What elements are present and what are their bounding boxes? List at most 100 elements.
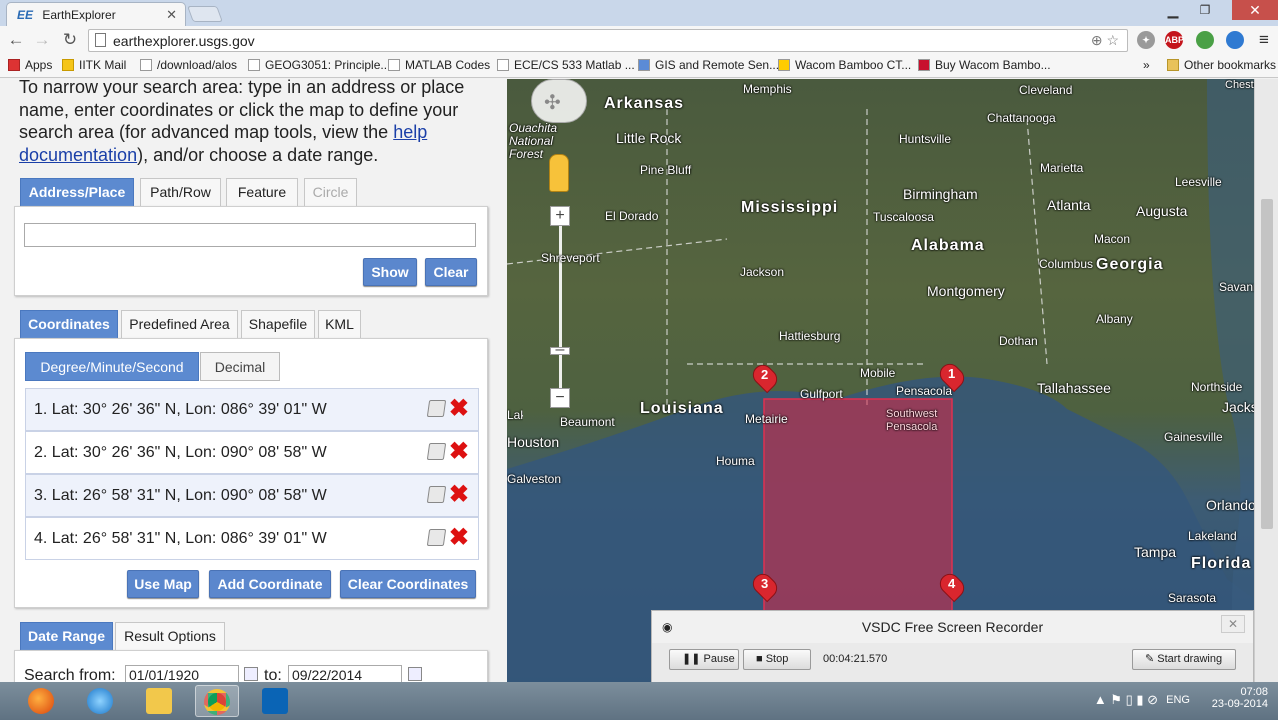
pause-button[interactable]: ❚❚ Pause bbox=[669, 649, 739, 670]
map-view[interactable]: ✣ + – − Arkansas Mississippi Alabama Geo… bbox=[507, 79, 1254, 682]
page-icon bbox=[248, 59, 260, 71]
clock-time[interactable]: 07:08 bbox=[1212, 686, 1268, 698]
tab-predefined-area[interactable]: Predefined Area bbox=[121, 310, 238, 338]
zoom-slider-handle[interactable]: – bbox=[550, 342, 570, 358]
tab-kml[interactable]: KML bbox=[318, 310, 361, 338]
bookmarks-overflow[interactable]: » bbox=[1143, 58, 1150, 72]
delete-x-icon[interactable]: ✖ bbox=[449, 480, 469, 510]
show-button[interactable]: Show bbox=[363, 258, 417, 286]
forward-arrow-icon[interactable]: → bbox=[31, 30, 53, 50]
page-icon bbox=[388, 59, 400, 71]
tab-coordinates[interactable]: Coordinates bbox=[20, 310, 118, 338]
bookmark-star-icon[interactable]: ☆ bbox=[1106, 32, 1119, 48]
taskbar-firefox[interactable] bbox=[20, 685, 64, 717]
city-label: Shreveport bbox=[541, 251, 600, 265]
extension-green-icon[interactable] bbox=[1196, 31, 1214, 49]
tab-date-range[interactable]: Date Range bbox=[20, 622, 113, 650]
back-arrow-icon[interactable]: ← bbox=[5, 30, 27, 50]
city-label: Little Rock bbox=[616, 130, 682, 146]
taskbar-outlook[interactable] bbox=[254, 685, 298, 717]
tab-shapefile[interactable]: Shapefile bbox=[241, 310, 315, 338]
pan-arrows-icon: ✣ bbox=[544, 92, 561, 114]
extension-globe-icon[interactable] bbox=[1226, 31, 1244, 49]
bookmark-wacom-bamboo[interactable]: Wacom Bamboo CT... bbox=[778, 58, 911, 72]
delete-x-icon[interactable]: ✖ bbox=[449, 394, 469, 424]
decimal-button[interactable]: Decimal bbox=[200, 352, 280, 381]
zoom-in-button[interactable]: + bbox=[550, 206, 570, 226]
maximize-icon[interactable]: ❐ bbox=[1190, 0, 1220, 20]
calendar-icon[interactable] bbox=[244, 667, 258, 681]
reload-icon[interactable]: ↻ bbox=[59, 30, 81, 50]
map-shapes bbox=[507, 79, 1254, 682]
use-map-button[interactable]: Use Map bbox=[127, 570, 199, 598]
address-input[interactable] bbox=[24, 223, 476, 247]
date-from-input[interactable]: 01/01/1920 bbox=[125, 665, 239, 682]
bookmark-apps[interactable]: Apps bbox=[8, 58, 52, 72]
adblock-icon[interactable]: ABP bbox=[1165, 31, 1184, 49]
pan-control[interactable]: ✣ bbox=[531, 79, 587, 123]
recorder-close-icon[interactable]: ✕ bbox=[1221, 615, 1245, 633]
other-bookmarks[interactable]: Other bookmarks bbox=[1167, 58, 1276, 72]
minimize-icon[interactable]: ▁ bbox=[1158, 0, 1188, 20]
clock-date[interactable]: 23-09-2014 bbox=[1212, 698, 1268, 710]
search-instructions: To narrow your search area: type in an a… bbox=[19, 79, 465, 165]
page-icon bbox=[95, 33, 106, 47]
bookmark-iitk-mail[interactable]: IITK Mail bbox=[62, 58, 126, 72]
city-label: Birmingham bbox=[903, 186, 978, 202]
tab-circle[interactable]: Circle bbox=[304, 178, 357, 206]
bookmark-geog3051[interactable]: GEOG3051: Principle... bbox=[248, 58, 390, 72]
edit-pencil-icon[interactable] bbox=[426, 400, 447, 417]
city-label: Gulfport bbox=[800, 387, 843, 401]
tray-icons[interactable]: ▲ ⚑ ▯ ▮ ⊘ bbox=[1094, 692, 1158, 708]
delete-x-icon[interactable]: ✖ bbox=[449, 437, 469, 467]
bookmark-matlab-codes[interactable]: MATLAB Codes bbox=[388, 58, 490, 72]
city-label: Ouachita National Forest bbox=[509, 121, 558, 161]
taskbar-chrome[interactable] bbox=[195, 685, 239, 717]
bookmark-ece-cs-533[interactable]: ECE/CS 533 Matlab ... bbox=[497, 58, 635, 72]
start-drawing-button[interactable]: ✎ Start drawing bbox=[1132, 649, 1236, 670]
menu-icon[interactable]: ≡ bbox=[1253, 30, 1275, 50]
new-tab-button[interactable] bbox=[187, 6, 223, 22]
tab-path-row[interactable]: Path/Row bbox=[140, 178, 221, 206]
browser-toolbar: ← → ↻ earthexplorer.usgs.gov ⊕ ☆ ✦ ABP ≡ bbox=[0, 26, 1278, 54]
bookmark-gis-remote-sensing[interactable]: GIS and Remote Sen... bbox=[638, 58, 779, 72]
state-label: Louisiana bbox=[640, 400, 724, 417]
zoom-out-button[interactable]: − bbox=[550, 388, 570, 408]
bookmark-download-alos[interactable]: /download/alos bbox=[140, 58, 237, 72]
city-label: Houston bbox=[507, 434, 560, 450]
delete-x-icon[interactable]: ✖ bbox=[449, 523, 469, 553]
browser-tab[interactable]: EE EarthExplorer ✕ bbox=[6, 2, 186, 26]
city-label: Albany bbox=[1096, 312, 1133, 326]
tab-result-options[interactable]: Result Options bbox=[115, 622, 225, 650]
extension-puzzle-icon[interactable]: ✦ bbox=[1137, 31, 1155, 49]
scrollbar-thumb[interactable] bbox=[1261, 199, 1273, 529]
marker-label: 1 bbox=[948, 366, 956, 381]
address-bar[interactable]: earthexplorer.usgs.gov ⊕ ☆ bbox=[88, 29, 1128, 52]
coordinates-panel: Degree/Minute/Second Decimal 1. Lat: 30°… bbox=[14, 338, 488, 608]
zoom-icon[interactable]: ⊕ bbox=[1091, 32, 1103, 48]
clear-button[interactable]: Clear bbox=[425, 258, 477, 286]
edit-pencil-icon[interactable] bbox=[426, 443, 447, 460]
page-scrollbar[interactable] bbox=[1254, 79, 1278, 682]
search-from-label: Search from: bbox=[24, 667, 116, 682]
taskbar-file-explorer[interactable] bbox=[138, 685, 182, 717]
tab-feature[interactable]: Feature bbox=[226, 178, 298, 206]
city-label: Atlanta bbox=[1047, 197, 1091, 213]
language-indicator[interactable]: ENG bbox=[1166, 694, 1190, 706]
calendar-icon[interactable] bbox=[408, 667, 422, 681]
clear-coordinates-button[interactable]: Clear Coordinates bbox=[340, 570, 476, 598]
date-to-input[interactable]: 09/22/2014 bbox=[288, 665, 402, 682]
url-text: earthexplorer.usgs.gov bbox=[113, 33, 255, 49]
edit-pencil-icon[interactable] bbox=[426, 529, 447, 546]
bookmark-buy-wacom[interactable]: Buy Wacom Bambo... bbox=[918, 58, 1051, 72]
add-coordinate-button[interactable]: Add Coordinate bbox=[209, 570, 331, 598]
stop-button[interactable]: ■ Stop bbox=[743, 649, 811, 670]
city-label: Savannah bbox=[1219, 280, 1254, 294]
edit-pencil-icon[interactable] bbox=[426, 486, 447, 503]
address-panel: Show Clear bbox=[14, 206, 488, 296]
window-close-icon[interactable]: ✕ bbox=[1232, 0, 1278, 20]
degree-minute-second-button[interactable]: Degree/Minute/Second bbox=[25, 352, 199, 381]
close-tab-icon[interactable]: ✕ bbox=[166, 7, 177, 23]
tab-address-place[interactable]: Address/Place bbox=[20, 178, 134, 206]
taskbar-internet-explorer[interactable] bbox=[79, 685, 123, 717]
